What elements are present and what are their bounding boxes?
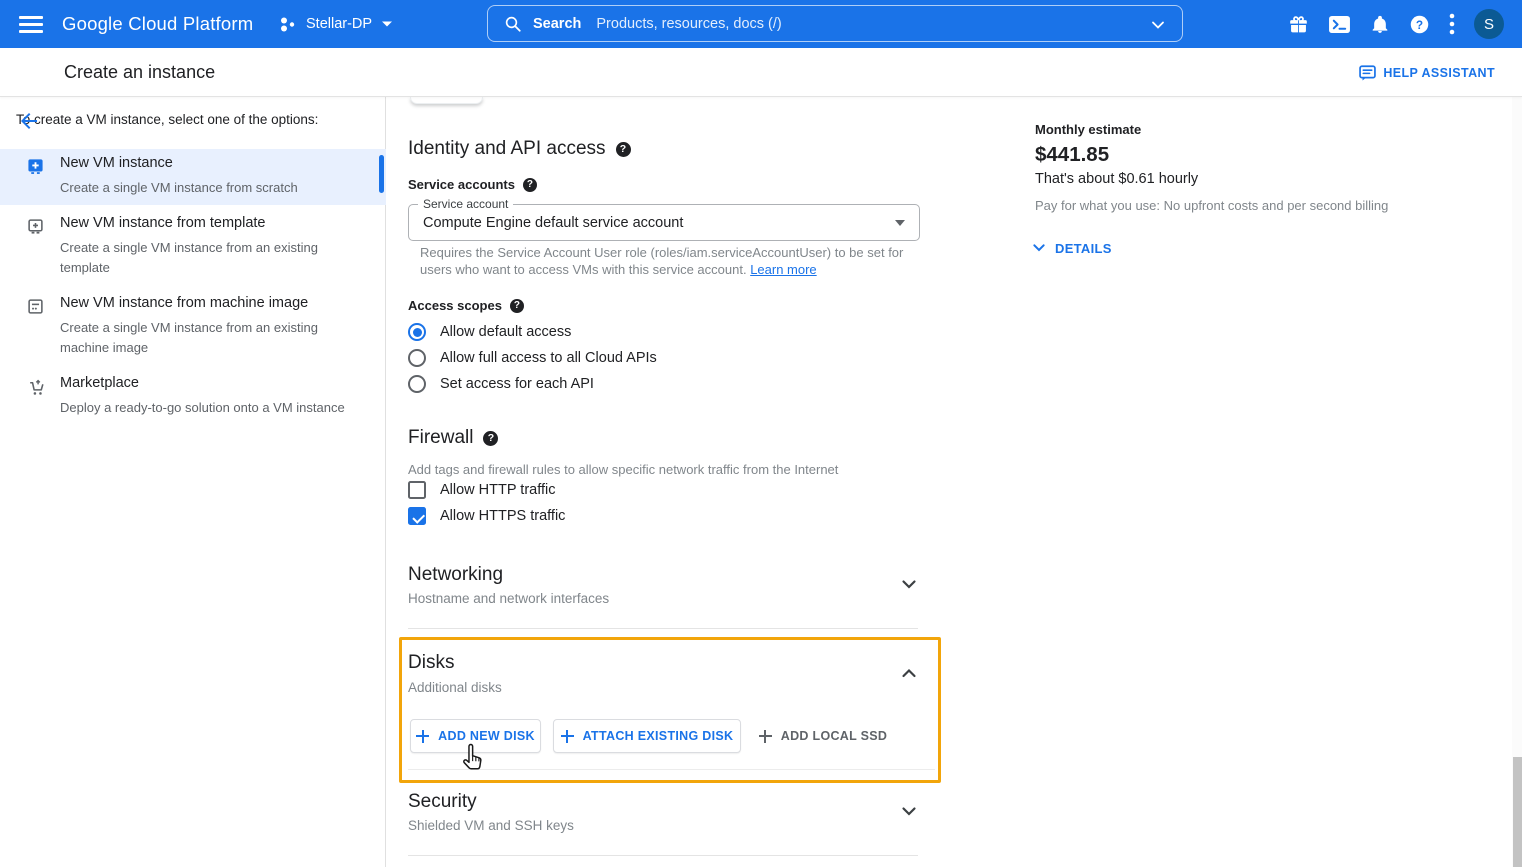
new-vm-icon: [27, 158, 44, 175]
help-icon[interactable]: ?: [1409, 14, 1430, 35]
sidebar-item-new-vm-from-machine-image[interactable]: New VM instance from machine image Creat…: [0, 289, 386, 369]
page-header: Create an instance HELP ASSISTANT: [0, 48, 1522, 97]
checkbox-checked-icon: [408, 507, 426, 525]
plus-icon: [561, 730, 574, 743]
radio-icon: [408, 323, 426, 341]
help-assistant-label: HELP ASSISTANT: [1383, 66, 1495, 80]
billing-note: Pay for what you use: No upfront costs a…: [1035, 198, 1388, 213]
create-options-sidebar: To create a VM instance, select one of t…: [0, 97, 386, 867]
sidebar-item-desc: Create a single VM instance from an exis…: [60, 318, 322, 358]
section-divider: [408, 855, 918, 856]
search-input[interactable]: Search Products, resources, docs (/): [487, 5, 1183, 42]
radio-icon: [408, 375, 426, 393]
disks-desc: Additional disks: [408, 680, 502, 695]
learn-more-link[interactable]: Learn more: [750, 262, 816, 277]
section-divider: [408, 628, 918, 629]
firewall-section-heading: Firewall: [408, 427, 498, 449]
service-account-select[interactable]: Service account Compute Engine default s…: [408, 204, 920, 241]
radio-set-access-each-api[interactable]: Set access for each API: [408, 375, 594, 393]
machine-image-icon: [27, 298, 44, 315]
help-icon[interactable]: [523, 178, 537, 192]
checkbox-icon: [408, 481, 426, 499]
avatar[interactable]: S: [1474, 9, 1504, 39]
top-navigation-bar: Google Cloud Platform Stellar-DP Search …: [0, 0, 1522, 48]
radio-icon: [408, 349, 426, 367]
page-title: Create an instance: [64, 48, 215, 97]
security-expand-chevron-down-icon[interactable]: [897, 799, 921, 823]
scrollbar-track[interactable]: [1512, 97, 1522, 867]
details-chevron-down-icon: [1031, 240, 1047, 256]
disks-collapse-chevron-up-icon[interactable]: [897, 661, 921, 685]
help-icon[interactable]: [616, 142, 631, 157]
monthly-estimate-amount: $441.85: [1035, 143, 1109, 167]
sidebar-item-title: New VM instance from template: [60, 215, 266, 231]
help-assistant-button[interactable]: HELP ASSISTANT: [1359, 48, 1495, 97]
networking-expand-chevron-down-icon[interactable]: [897, 572, 921, 596]
chat-icon: [1359, 65, 1376, 81]
disks-inner-divider: [408, 769, 935, 770]
add-new-disk-button[interactable]: ADD NEW DISK: [410, 719, 541, 753]
selected-indicator: [379, 155, 384, 193]
sidebar-item-desc: Create a single VM instance from an exis…: [60, 238, 322, 278]
add-local-ssd-button[interactable]: ADD LOCAL SSD: [753, 719, 893, 753]
cloud-shell-icon[interactable]: [1328, 15, 1351, 34]
security-section-heading: Security: [408, 791, 477, 813]
product-name[interactable]: Google Cloud Platform: [62, 0, 253, 48]
topbar-actions: ? S: [1288, 0, 1504, 48]
disks-highlight-outline: [399, 637, 941, 783]
search-placeholder: Products, resources, docs (/): [596, 16, 781, 32]
sidebar-intro: To create a VM instance, select one of t…: [16, 112, 368, 127]
search-expand-chevron-icon[interactable]: [1148, 15, 1168, 35]
sidebar-item-marketplace[interactable]: Marketplace Deploy a ready-to-go solutio…: [0, 369, 386, 429]
help-icon[interactable]: [483, 431, 498, 446]
plus-icon: [416, 730, 429, 743]
details-label: DETAILS: [1055, 241, 1112, 256]
radio-allow-default-access[interactable]: Allow default access: [408, 323, 571, 341]
project-switcher[interactable]: Stellar-DP: [278, 0, 393, 48]
sidebar-item-title: New VM instance: [60, 155, 173, 171]
sidebar-item-title: New VM instance from machine image: [60, 295, 308, 311]
project-name: Stellar-DP: [306, 16, 372, 32]
service-accounts-label: Service accounts: [408, 177, 537, 192]
sidebar-item-new-vm-from-template[interactable]: New VM instance from template Create a s…: [0, 209, 386, 289]
access-scopes-label: Access scopes: [408, 298, 524, 313]
sidebar-item-title: Marketplace: [60, 375, 139, 391]
service-account-helper-text: Requires the Service Account User role (…: [420, 245, 912, 278]
sidebar-item-desc: Deploy a ready-to-go solution onto a VM …: [60, 398, 390, 418]
networking-desc: Hostname and network interfaces: [408, 591, 609, 606]
hourly-estimate: That's about $0.61 hourly: [1035, 171, 1198, 187]
help-icon[interactable]: [510, 299, 524, 313]
search-label: Search: [533, 16, 581, 32]
networking-section-heading: Networking: [408, 564, 503, 586]
marketplace-cart-icon: [27, 378, 46, 397]
scrolled-button-partial[interactable]: [410, 97, 483, 104]
checkbox-allow-https[interactable]: Allow HTTPS traffic: [408, 507, 565, 525]
notifications-bell-icon[interactable]: [1370, 14, 1390, 35]
back-arrow-icon[interactable]: [17, 109, 41, 133]
create-instance-page: Google Cloud Platform Stellar-DP Search …: [0, 0, 1522, 867]
service-account-value: Compute Engine default service account: [423, 205, 683, 240]
project-dropdown-caret-icon: [381, 20, 393, 28]
svg-text:?: ?: [1416, 17, 1423, 31]
plus-icon: [759, 730, 772, 743]
scrollbar-thumb[interactable]: [1513, 757, 1522, 867]
project-icon: [278, 15, 297, 34]
menu-icon[interactable]: [18, 12, 44, 36]
vm-template-icon: [27, 218, 44, 235]
attach-existing-disk-button[interactable]: ATTACH EXISTING DISK: [553, 719, 741, 753]
identity-section-heading: Identity and API access: [408, 138, 631, 160]
gift-icon[interactable]: [1288, 14, 1309, 35]
more-vert-icon[interactable]: [1449, 13, 1455, 35]
firewall-desc: Add tags and firewall rules to allow spe…: [408, 462, 838, 477]
disks-section-heading: Disks: [408, 652, 454, 674]
checkbox-allow-http[interactable]: Allow HTTP traffic: [408, 481, 556, 499]
sidebar-item-new-vm-instance[interactable]: New VM instance Create a single VM insta…: [0, 149, 386, 205]
details-toggle[interactable]: DETAILS: [1031, 240, 1112, 256]
sidebar-item-desc: Create a single VM instance from scratch: [60, 178, 322, 198]
security-desc: Shielded VM and SSH keys: [408, 818, 574, 833]
search-icon: [504, 15, 522, 33]
monthly-estimate-label: Monthly estimate: [1035, 122, 1141, 137]
select-caret-icon: [895, 220, 905, 226]
radio-allow-full-access[interactable]: Allow full access to all Cloud APIs: [408, 349, 657, 367]
